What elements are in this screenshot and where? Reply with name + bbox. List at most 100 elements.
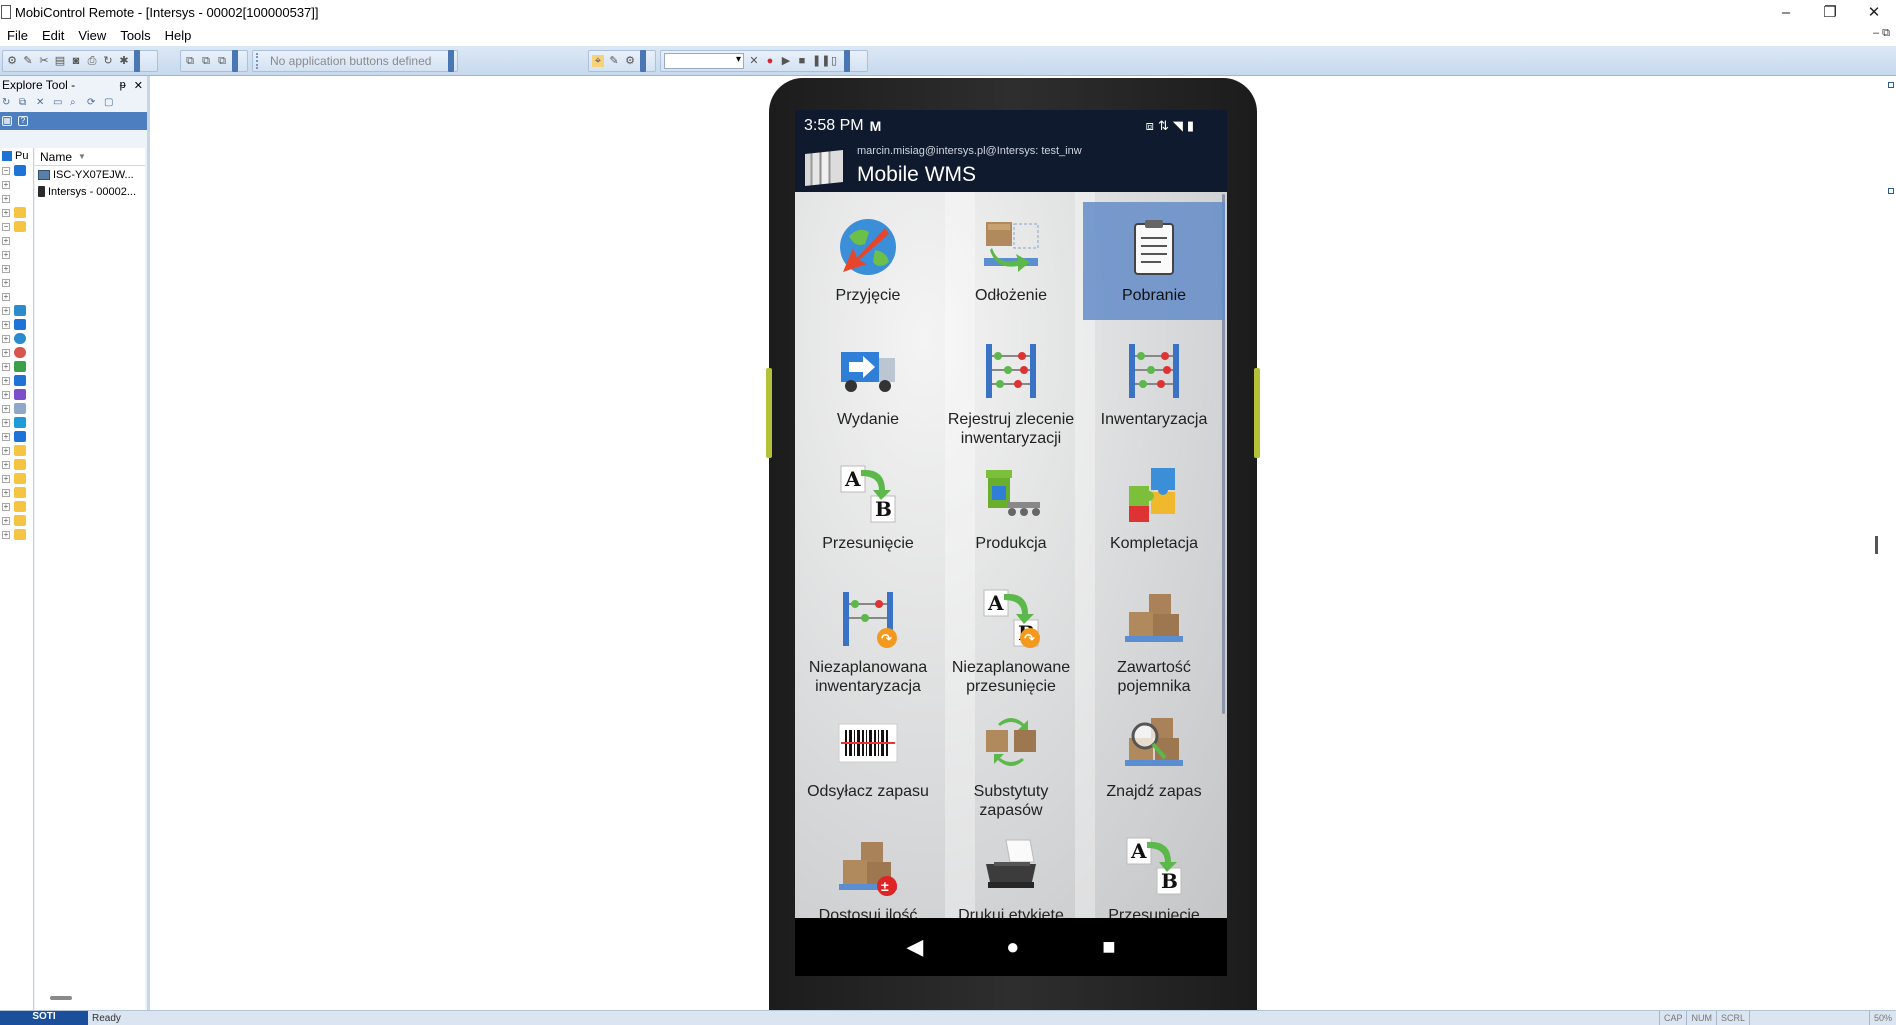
- tree-node[interactable]: +: [0, 276, 34, 290]
- tree-node[interactable]: −: [0, 220, 34, 234]
- pause-icon[interactable]: ❚❚: [812, 55, 830, 67]
- remote-icon-2[interactable]: ⧉: [200, 55, 212, 67]
- tree-node[interactable]: +: [0, 458, 34, 472]
- chart-icon[interactable]: ▤: [54, 55, 66, 67]
- tree-node[interactable]: +: [0, 346, 34, 360]
- tree-node[interactable]: +: [0, 416, 34, 430]
- tile-pobranie[interactable]: Pobranie: [1083, 202, 1225, 320]
- tree-node[interactable]: +: [0, 192, 34, 206]
- list-item[interactable]: ISC-YX07EJW...: [35, 166, 145, 183]
- tree-node[interactable]: +: [0, 262, 34, 276]
- tile-przyjecie[interactable]: Przyjęcie: [797, 202, 939, 320]
- tile-odsylacz-zapasu[interactable]: Odsyłacz zapasu: [797, 698, 939, 816]
- vertical-scroll-marker[interactable]: [1875, 536, 1878, 554]
- refresh-icon[interactable]: ↻: [102, 55, 114, 67]
- tree-node[interactable]: +: [0, 374, 34, 388]
- play-icon[interactable]: ▶: [780, 55, 792, 67]
- tree-node[interactable]: +: [0, 388, 34, 402]
- tile-inwentaryzacja[interactable]: Inwentaryzacja: [1083, 326, 1225, 444]
- close-button[interactable]: ✕: [1852, 0, 1896, 24]
- tree-node[interactable]: +: [0, 402, 34, 416]
- edit-icon[interactable]: ✂: [38, 55, 50, 67]
- tree-node[interactable]: +: [0, 486, 34, 500]
- copy-icon[interactable]: ⧉: [19, 97, 31, 109]
- tree-node[interactable]: +: [0, 500, 34, 514]
- svg-text:A: A: [987, 591, 1004, 615]
- draw-tool-icon[interactable]: ✎: [608, 55, 620, 67]
- horizontal-scrollbar[interactable]: [50, 996, 72, 1000]
- toolbar-group-end: [448, 50, 454, 72]
- camera-icon[interactable]: ◙: [70, 55, 82, 67]
- tree-node[interactable]: +: [0, 514, 34, 528]
- tile-dostosuj-ilosc[interactable]: ± Dostosuj ilość: [797, 822, 939, 918]
- tree-node[interactable]: +: [0, 444, 34, 458]
- delete-icon[interactable]: ✕: [36, 97, 48, 109]
- menu-tools[interactable]: Tools: [113, 28, 157, 43]
- pin-icon[interactable]: ᵽ: [120, 79, 126, 92]
- view-grid-icon[interactable]: ▦: [2, 116, 12, 126]
- close-panel-icon[interactable]: ✕: [134, 79, 143, 92]
- tree-node[interactable]: +: [0, 178, 34, 192]
- stop-icon[interactable]: ✕: [748, 55, 760, 67]
- tree-node[interactable]: +: [0, 234, 34, 248]
- tile-odlozenie[interactable]: Odłożenie: [940, 202, 1082, 320]
- settings-icon[interactable]: ✱: [118, 55, 130, 67]
- tools-icon[interactable]: ✎: [22, 55, 34, 67]
- menu-edit[interactable]: Edit: [35, 28, 71, 43]
- tile-zawartosc-pojemnika[interactable]: Zawartość pojemnika: [1083, 574, 1225, 695]
- restore-button[interactable]: ❐: [1808, 0, 1852, 24]
- properties-icon[interactable]: ▢: [104, 97, 116, 109]
- zoom-combo[interactable]: ▾: [664, 53, 744, 69]
- print-icon[interactable]: ⎙: [86, 55, 98, 67]
- tree-node[interactable]: +: [0, 304, 34, 318]
- connect-icon[interactable]: ⚙: [6, 55, 18, 67]
- tile-niezaplanowane-przesuniecie[interactable]: AB↷ Niezaplanowane przesunięcie: [940, 574, 1082, 695]
- tree-node[interactable]: +: [0, 472, 34, 486]
- tile-drukuj-etykiete[interactable]: Drukuj etykietę: [940, 822, 1082, 918]
- home-icon[interactable]: ●: [1006, 934, 1019, 960]
- gear-icon[interactable]: ⚙: [624, 55, 636, 67]
- tree-node[interactable]: +: [0, 248, 34, 262]
- tile-niezaplanowana-inwentaryzacja[interactable]: ↷ Niezaplanowana inwentaryzacja: [797, 574, 939, 695]
- tile-przesuniecie[interactable]: AB Przesunięcie: [797, 450, 939, 568]
- sync-icon[interactable]: ⟳: [87, 97, 99, 109]
- tree-node[interactable]: +: [0, 528, 34, 542]
- back-icon[interactable]: ◀: [906, 934, 923, 960]
- view-help-icon[interactable]: ?: [18, 116, 28, 126]
- tree-node[interactable]: +: [0, 360, 34, 374]
- remote-icon-3[interactable]: ⧉: [216, 55, 228, 67]
- tree-node[interactable]: +: [0, 318, 34, 332]
- tree-node[interactable]: +: [0, 332, 34, 346]
- toolbar-group-view: ⌖ ✎ ⚙: [588, 50, 656, 72]
- refresh-icon[interactable]: ↻: [2, 97, 14, 109]
- stop-square-icon[interactable]: ■: [796, 55, 808, 67]
- tree-node[interactable]: +: [0, 430, 34, 444]
- tree-node[interactable]: +: [0, 290, 34, 304]
- tile-rejestruj-zlecenie[interactable]: Rejestruj zlecenie inwentaryzacji: [940, 326, 1082, 447]
- menu-view[interactable]: View: [71, 28, 113, 43]
- minimize-button[interactable]: –: [1764, 0, 1808, 24]
- search-icon[interactable]: ⌕: [70, 97, 82, 109]
- folder-icon[interactable]: ▭: [53, 97, 65, 109]
- tile-przesuniecie-2[interactable]: AB Przesunięcie: [1083, 822, 1225, 918]
- tree-root[interactable]: Pu: [2, 150, 28, 162]
- tree-node[interactable]: +: [0, 206, 34, 220]
- tile-substytuty-zapasow[interactable]: Substytuty zapasów: [940, 698, 1082, 819]
- tile-produkcja[interactable]: Produkcja: [940, 450, 1082, 568]
- page-icon[interactable]: ▯: [828, 55, 840, 67]
- pointer-tool-icon[interactable]: ⌖: [592, 55, 604, 67]
- remote-icon[interactable]: ⧉: [184, 55, 196, 67]
- list-item[interactable]: Intersys - 00002...: [35, 183, 145, 200]
- menu-file[interactable]: File: [0, 28, 35, 43]
- record-icon[interactable]: ●: [764, 55, 776, 67]
- truck-icon: [833, 336, 903, 406]
- device-screen[interactable]: 3:58 PM M ⧈ ⇅ ◥ ▮ marcin.misiag@intersys…: [795, 110, 1227, 976]
- mdi-window-controls[interactable]: – ⧉: [1873, 27, 1890, 40]
- menu-help[interactable]: Help: [158, 28, 199, 43]
- tile-wydanie[interactable]: Wydanie: [797, 326, 939, 444]
- list-column-header[interactable]: Name ▼: [35, 148, 145, 166]
- recents-icon[interactable]: ■: [1102, 934, 1115, 960]
- tile-kompletacja[interactable]: Kompletacja: [1083, 450, 1225, 568]
- tree-node[interactable]: −: [0, 164, 34, 178]
- tile-znajdz-zapas[interactable]: Znajdź zapas: [1083, 698, 1225, 816]
